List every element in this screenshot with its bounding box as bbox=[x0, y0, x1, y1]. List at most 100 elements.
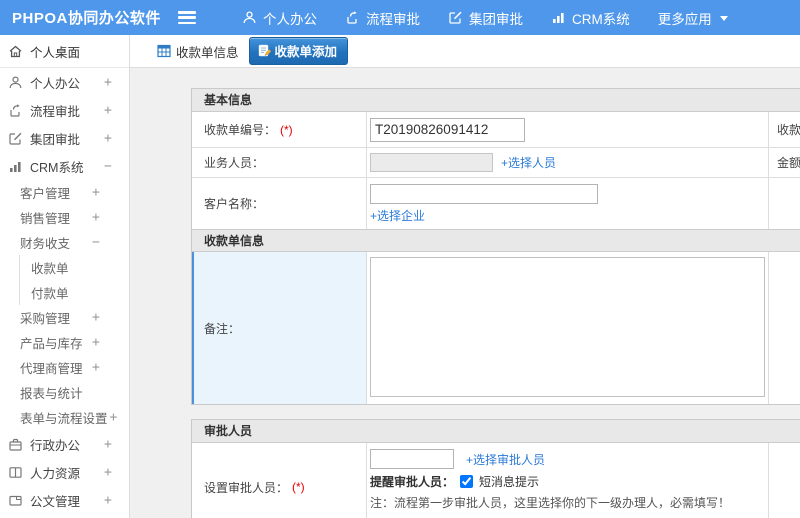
sidebar-item-form-flow-settings[interactable]: 表单与流程设置 + bbox=[0, 405, 129, 430]
sidebar-item-payment[interactable]: 付款单 bbox=[20, 280, 129, 305]
sidebar-item-label: 公文管理 bbox=[30, 494, 81, 509]
remark-row: 备注： bbox=[192, 252, 800, 404]
tab-receipt-add[interactable]: 收款单添加 bbox=[248, 37, 349, 65]
section-header-basic: 基本信息 bbox=[192, 89, 800, 112]
expand-plus-icon[interactable]: + bbox=[92, 335, 100, 350]
crm-submenu: 客户管理 + 销售管理 + 财务收支 − 收款单 付款单 采购管理 + 产品与库… bbox=[0, 180, 129, 430]
table-grid-icon bbox=[157, 44, 172, 59]
content-area: 收款单信息 收款单添加 基本信息 收款单编号： (*) T20190826091… bbox=[130, 35, 800, 518]
receipt-no-field-cell bbox=[367, 112, 769, 147]
customer-input[interactable] bbox=[370, 183, 598, 204]
tab-receipt-info[interactable]: 收款单信息 bbox=[157, 42, 239, 61]
nav-group-approval[interactable]: 集团审批 bbox=[448, 8, 523, 28]
app-window: PHPOA协同办公软件 个人办公 流程审批 集团审批 CRM系统 更多应用 个人… bbox=[0, 0, 800, 518]
book-icon bbox=[8, 465, 23, 480]
chart-icon bbox=[551, 10, 566, 25]
sidebar-item-group-approval[interactable]: 集团审批 + bbox=[0, 124, 129, 152]
nav-more-apps[interactable]: 更多应用 bbox=[658, 8, 728, 28]
sidebar-item-finance[interactable]: 财务收支 − bbox=[0, 230, 129, 255]
remark-label: 备注： bbox=[192, 252, 367, 404]
expand-plus-icon[interactable]: + bbox=[92, 210, 100, 225]
sidebar-item-personal-office[interactable]: 个人办公 + bbox=[0, 68, 129, 96]
approver-field-cell: +选择审批人员 提醒审批人员： 短消息提示 注：流程第一步审批人员，这里选择你的… bbox=[367, 443, 769, 518]
receipt-no-input[interactable] bbox=[370, 117, 525, 142]
expand-plus-icon[interactable]: + bbox=[104, 493, 112, 508]
sidebar-item-label: 付款单 bbox=[31, 287, 69, 301]
approver-panel: 审批人员 设置审批人员： (*) +选择审批人员 提醒审批人员： 短消息提示 注… bbox=[191, 419, 800, 518]
sidebar-item-label: 代理商管理 bbox=[20, 362, 83, 376]
receipt-no-label: 收款单编号： (*) bbox=[192, 112, 367, 147]
sidebar-item-agent-mgmt[interactable]: 代理商管理 + bbox=[0, 355, 129, 380]
sidebar-item-workflow-approval[interactable]: 流程审批 + bbox=[0, 96, 129, 124]
brand-title: PHPOA协同办公软件 bbox=[12, 10, 161, 27]
salesperson-row: 业务人员： +选择人员 金额： bbox=[192, 148, 800, 178]
expand-plus-icon[interactable]: + bbox=[104, 465, 112, 480]
sidebar-item-label: 表单与流程设置 bbox=[20, 412, 108, 426]
expand-plus-icon[interactable]: + bbox=[92, 185, 100, 200]
salesperson-input[interactable] bbox=[370, 153, 493, 172]
required-marker: (*) bbox=[280, 122, 293, 137]
sidebar-item-customer-mgmt[interactable]: 客户管理 + bbox=[0, 180, 129, 205]
sidebar-item-label: 流程审批 bbox=[30, 104, 81, 119]
section-header-approver: 审批人员 bbox=[192, 420, 800, 443]
sidebar-item-receipt[interactable]: 收款单 bbox=[20, 255, 129, 280]
collapse-minus-icon[interactable]: − bbox=[104, 159, 112, 174]
form-workarea: 基本信息 收款单编号： (*) 收款单 业务人员： bbox=[130, 68, 800, 518]
expand-plus-icon[interactable]: + bbox=[104, 437, 112, 452]
edit-icon bbox=[448, 10, 463, 25]
section-header-receipt: 收款单信息 bbox=[192, 229, 800, 252]
sidebar-item-purchase-mgmt[interactable]: 采购管理 + bbox=[0, 305, 129, 330]
select-person-link[interactable]: +选择人员 bbox=[501, 154, 556, 171]
chart-icon bbox=[8, 159, 23, 174]
nav-label: 集团审批 bbox=[469, 11, 523, 27]
expand-plus-icon[interactable]: + bbox=[104, 103, 112, 118]
remark-field-cell bbox=[367, 252, 769, 404]
expand-plus-icon[interactable]: + bbox=[110, 410, 118, 425]
sidebar-item-hr[interactable]: 人力资源 + bbox=[0, 458, 129, 486]
sidebar-item-label: 报表与统计 bbox=[20, 387, 83, 401]
hamburger-menu-icon[interactable] bbox=[178, 11, 196, 24]
remark-textarea[interactable] bbox=[370, 257, 765, 397]
sidebar-item-crm-system[interactable]: CRM系统 − bbox=[0, 152, 129, 180]
sidebar-item-document-mgmt[interactable]: 公文管理 + bbox=[0, 486, 129, 514]
expand-plus-icon[interactable]: + bbox=[92, 310, 100, 325]
select-approver-link[interactable]: +选择审批人员 bbox=[466, 451, 545, 468]
sidebar-item-label: 产品与库存 bbox=[20, 337, 83, 351]
sidebar-item-sales-mgmt[interactable]: 销售管理 + bbox=[0, 205, 129, 230]
approver-note: 注：流程第一步审批人员，这里选择你的下一级办理人，必需填写！ bbox=[370, 496, 731, 510]
expand-plus-icon[interactable]: + bbox=[104, 75, 112, 90]
sidebar-item-label: 采购管理 bbox=[20, 312, 71, 326]
salesperson-field-cell: +选择人员 bbox=[367, 148, 769, 177]
edit-icon bbox=[8, 131, 23, 146]
tab-label: 收款单信息 bbox=[176, 45, 239, 60]
select-company-link[interactable]: +选择企业 bbox=[370, 207, 425, 224]
user-icon bbox=[242, 10, 257, 25]
salesperson-label: 业务人员： bbox=[192, 148, 367, 177]
sidebar-item-label: 收款单 bbox=[31, 262, 69, 276]
sidebar-item-label: 客户管理 bbox=[20, 187, 71, 201]
amount-label: 金额： bbox=[777, 156, 800, 170]
nav-personal-office[interactable]: 个人办公 bbox=[242, 8, 317, 28]
sidebar-item-product-inventory[interactable]: 产品与库存 + bbox=[0, 330, 129, 355]
approver-input[interactable] bbox=[370, 449, 454, 469]
nav-crm-system[interactable]: CRM系统 bbox=[551, 8, 630, 28]
flow-icon bbox=[8, 103, 23, 118]
expand-plus-icon[interactable]: + bbox=[92, 360, 100, 375]
required-marker: (*) bbox=[292, 480, 305, 494]
caret-down-icon bbox=[719, 15, 728, 21]
expand-plus-icon[interactable]: + bbox=[104, 131, 112, 146]
nav-workflow-approval[interactable]: 流程审批 bbox=[345, 8, 420, 28]
sms-remind-checkbox[interactable] bbox=[460, 475, 474, 488]
sidebar-item-reports[interactable]: 报表与统计 bbox=[0, 380, 129, 405]
sidebar-item-admin-office[interactable]: 行政办公 + bbox=[0, 430, 129, 458]
sidebar-item-label: 集团审批 bbox=[30, 132, 81, 147]
nav-label: 个人办公 bbox=[263, 11, 317, 27]
top-header-bar: PHPOA协同办公软件 个人办公 流程审批 集团审批 CRM系统 更多应用 bbox=[0, 0, 800, 35]
receipt-no-row: 收款单编号： (*) 收款单 bbox=[192, 112, 800, 148]
sidebar-item-label: 行政办公 bbox=[30, 438, 81, 453]
remind-label: 提醒审批人员： bbox=[370, 475, 455, 489]
basic-info-panel: 基本信息 收款单编号： (*) 收款单 业务人员： bbox=[191, 88, 800, 405]
sidebar-item-desktop[interactable]: 个人桌面 bbox=[0, 35, 129, 68]
finance-submenu: 收款单 付款单 bbox=[19, 255, 129, 305]
collapse-minus-icon[interactable]: − bbox=[92, 235, 100, 250]
